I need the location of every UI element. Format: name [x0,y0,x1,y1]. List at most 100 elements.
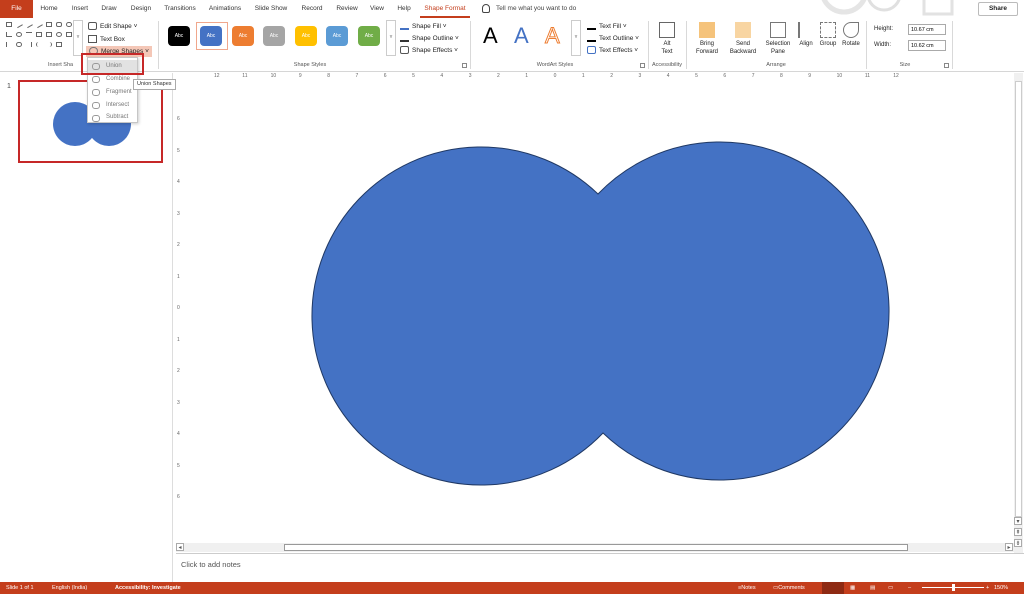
ribbon-separator [952,21,953,69]
width-input[interactable] [908,40,946,51]
width-row: Width: [874,40,946,51]
ruler-tick-label: 3 [468,73,472,79]
wordart-more-button[interactable]: ▿ [571,20,581,56]
tab-transitions[interactable]: Transitions [160,0,200,18]
group-label: Group [819,41,837,47]
horizontal-scroll-thumb[interactable] [284,544,908,551]
effects-icon [400,46,409,55]
text-effects-label: Text Effects [599,47,633,54]
style-swatch-label: Abc [332,33,342,39]
text-effects-button[interactable]: Text Effects ˅ [587,45,638,56]
style-swatch-label: Abc [174,33,184,39]
comments-toggle-label: Comments [778,585,805,591]
style-swatch-label: Abc [364,33,374,39]
zoom-level[interactable]: 150% [994,582,1008,594]
vertical-scrollbar[interactable]: ▾ ⇞ ⇟ [1014,73,1023,555]
style-swatch-gold[interactable]: Abc [295,26,317,46]
group-button[interactable]: Group [817,22,839,48]
rotate-button[interactable]: Rotate [839,22,863,48]
previous-slide-button[interactable]: ⇞ [1014,528,1022,536]
tab-design[interactable]: Design [126,0,156,18]
vertical-scroll-thumb[interactable] [1015,81,1022,517]
shape-styles-launcher[interactable] [462,63,467,68]
horizontal-scrollbar[interactable]: ◂ ▸ [176,543,1014,552]
style-swatch-blue[interactable]: Abc [200,26,222,46]
text-fill-button[interactable]: Text Fill ˅ [587,21,627,32]
ruler-tick-label: 9 [298,73,302,79]
tell-me-search[interactable]: Tell me what you want to do [482,0,576,18]
notes-pane[interactable]: Click to add notes [176,553,1024,582]
tab-slide-show[interactable]: Slide Show [250,0,292,18]
combine-icon [92,76,100,83]
text-box-button[interactable]: Text Box [88,34,125,45]
tab-help[interactable]: Help [392,0,416,18]
bring-forward-button[interactable]: Bring Forward [690,22,724,56]
ruler-tick-label: 8 [327,73,330,79]
menu-item-fragment[interactable]: Fragment [88,86,137,99]
style-swatch-green[interactable]: Abc [358,26,380,46]
scroll-right-arrow[interactable]: ▸ [1005,543,1013,551]
menu-item-intersect[interactable]: Intersect [88,99,137,112]
tab-record[interactable]: Record [296,0,328,18]
tab-shape-format[interactable]: Shape Format [420,0,470,18]
shape-styles-group-label: Shape Styles [293,62,327,68]
language-indicator[interactable]: English (India) [52,582,87,594]
tab-file[interactable]: File [0,0,33,18]
style-swatch-orange[interactable]: Abc [232,26,254,46]
align-button[interactable]: Align [795,22,817,48]
shape-fill-button[interactable]: Shape Fill ˅ [400,21,447,32]
zoom-out-button[interactable]: – [908,582,911,594]
zoom-slider-thumb[interactable] [952,584,955,591]
slide-sorter-button[interactable]: ▦ [850,582,855,594]
send-backward-button[interactable]: Send Backward [724,22,762,56]
style-swatch-black[interactable]: Abc [168,26,190,46]
shape-outline-button[interactable]: Shape Outline ˅ [400,33,459,44]
selection-pane-button[interactable]: Selection Pane [763,22,793,56]
zoom-in-button[interactable]: + [986,582,989,594]
accessibility-status[interactable]: Accessibility: Investigate [115,582,181,594]
ruler-tick-label: 9 [808,73,812,79]
slide-canvas[interactable] [186,82,1012,542]
tab-draw[interactable]: Draw [96,0,122,18]
wordart-orange-outline[interactable]: A [545,23,561,49]
ruler-tick-label: 12 [893,73,899,79]
alt-text-button[interactable]: Alt Text [654,22,680,56]
shapes-gallery[interactable] [6,20,72,52]
share-button[interactable]: Share [978,2,1018,16]
style-swatch-gray[interactable]: Abc [263,26,285,46]
ruler-tick-label: 3 [177,210,180,217]
style-swatch-light-blue[interactable]: Abc [326,26,348,46]
edit-shape-button[interactable]: Edit Shape ˅ [88,21,137,32]
tab-animations[interactable]: Animations [204,0,246,18]
notes-toggle[interactable]: ≡ Notes [738,582,756,594]
shape-effects-button[interactable]: Shape Effects ˅ [400,45,458,56]
comments-toggle[interactable]: ▭ Comments [773,582,805,594]
wordart-black[interactable]: A [483,23,498,49]
tab-home[interactable]: Home [36,0,62,18]
slideshow-view-button[interactable]: ▭ [888,582,893,594]
shape-styles-more-button[interactable]: ▿ [386,20,396,56]
tab-insert[interactable]: Insert [66,0,94,18]
union-highlight-box [81,53,144,75]
union-shape[interactable] [186,82,1012,542]
text-outline-button[interactable]: Text Outline ˅ [587,33,639,44]
slide-count: Slide 1 of 1 [6,585,34,591]
height-input[interactable] [908,24,946,35]
size-launcher[interactable] [944,63,949,68]
menu-item-subtract[interactable]: Subtract [88,112,137,123]
powerpoint-window: File Home Insert Draw Design Transitions… [0,0,1024,594]
next-slide-button[interactable]: ⇟ [1014,539,1022,547]
wordart-launcher[interactable] [640,63,645,68]
shapes-gallery-more-button[interactable]: ▿ [73,20,83,56]
scroll-down-arrow[interactable]: ▾ [1014,517,1022,525]
width-label: Width: [874,42,892,48]
scroll-left-arrow[interactable]: ◂ [176,543,184,551]
reading-view-button[interactable]: ▤ [870,582,875,594]
wordart-blue[interactable]: A [514,23,529,49]
pane-divider[interactable] [172,73,173,582]
tab-review[interactable]: Review [332,0,362,18]
height-label: Height: [874,26,894,32]
normal-view-button[interactable] [822,582,844,594]
tab-view[interactable]: View [364,0,390,18]
ruler-tick-label: 0 [553,73,557,79]
